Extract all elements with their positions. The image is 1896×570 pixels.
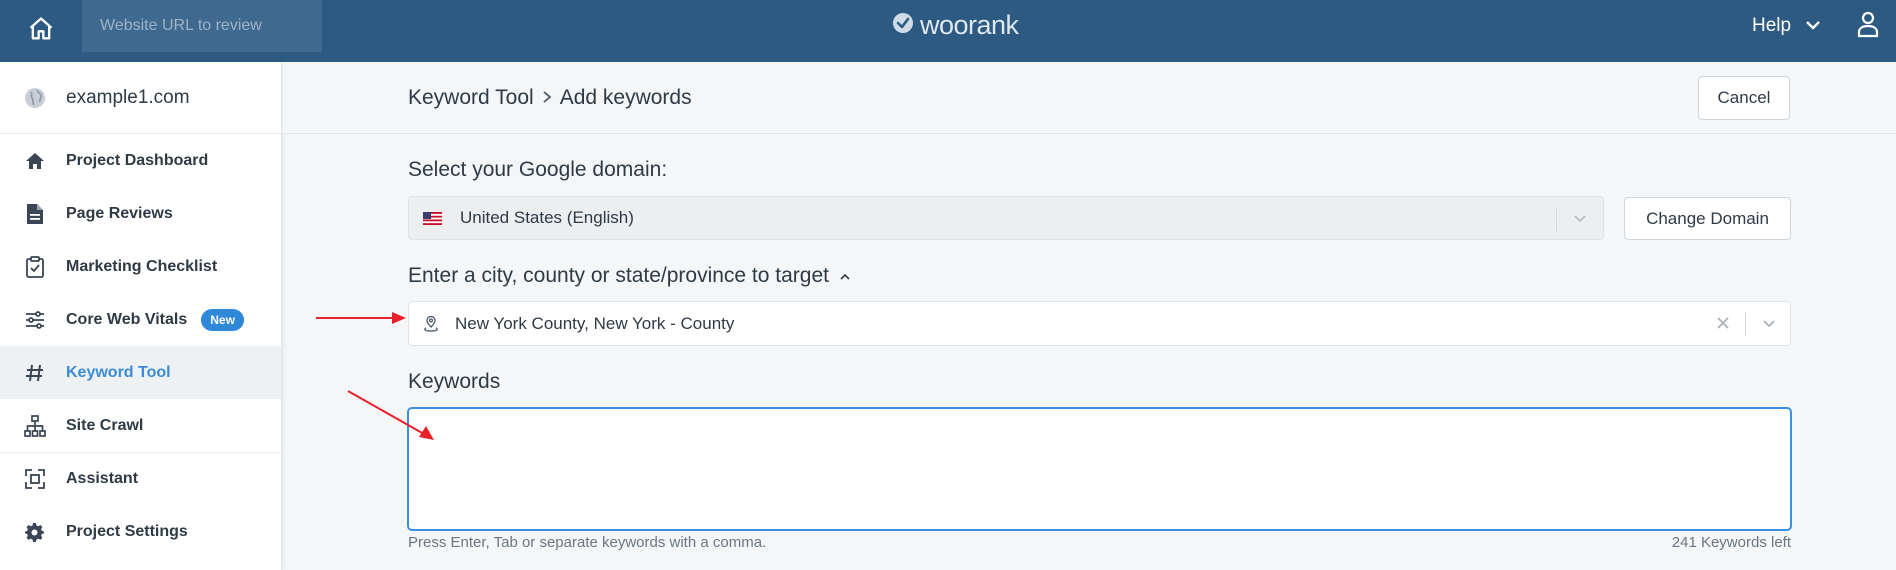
sidebar-item-site-crawl[interactable]: Site Crawl [0,399,281,452]
sidebar-item-label: Core Web Vitals [66,310,188,328]
location-target-select[interactable]: New York County, New York - County [408,301,1791,346]
us-flag-icon [423,211,442,225]
top-navigation-bar: woorank Help [0,0,1896,62]
document-icon [24,203,46,225]
sidebar-item-project-settings[interactable]: Project Settings [0,505,281,558]
chevron-down-icon[interactable] [1760,314,1778,337]
sidebar-item-label: Assistant [66,470,139,487]
sidebar-item-label: Project Settings [66,522,188,540]
location-value: New York County, New York - County [455,313,735,333]
new-badge: New [201,308,244,331]
keywords-textarea[interactable] [407,407,1792,531]
sidebar-item-core-web-vitals[interactable]: Core Web Vitals New [0,293,281,346]
google-domain-value: United States (English) [460,208,634,227]
sidebar-item-keyword-tool[interactable]: Keyword Tool [0,346,281,399]
checkmark-circle-icon [892,12,914,39]
page-header: Keyword Tool Add keywords Cancel [283,62,1896,134]
annotation-arrow-location [316,312,406,324]
location-section-title[interactable]: Enter a city, county or state/province t… [408,264,851,288]
help-menu[interactable]: Help [1752,14,1821,38]
breadcrumb-current: Add keywords [559,86,692,109]
breadcrumb-parent-link[interactable]: Keyword Tool [408,86,534,110]
home-button[interactable] [0,0,82,62]
chevron-right-icon [542,88,552,109]
website-url-input[interactable] [82,0,322,52]
sidebar-item-page-reviews[interactable]: Page Reviews [0,187,281,240]
keywords-section-title: Keywords [408,370,501,393]
home-icon [27,15,55,48]
project-selector[interactable]: example1.com [0,62,281,134]
sidebar-item-marketing-checklist[interactable]: Marketing Checklist [0,240,281,293]
sidebar-item-assistant[interactable]: Assistant [0,452,281,505]
sidebar-item-label: Project Dashboard [66,151,209,169]
keywords-left-counter: 241 Keywords left [1671,534,1791,551]
sidebar-item-label: Keyword Tool [66,363,171,381]
cancel-button[interactable]: Cancel [1698,76,1790,120]
google-domain-select[interactable]: United States (English) [408,196,1604,240]
location-title-text: Enter a city, county or state/province t… [408,264,829,287]
chevron-down-icon [1805,15,1821,37]
sitemap-icon [24,414,46,437]
sliders-icon [24,309,46,331]
home-icon [24,150,46,172]
user-menu-button[interactable] [1852,10,1884,42]
sidebar: example1.com Project Dashboard Page Revi… [0,62,282,570]
chevron-up-icon [839,264,851,288]
user-icon [1856,10,1880,43]
breadcrumb: Keyword Tool Add keywords [408,86,692,110]
clear-icon[interactable] [1714,314,1732,337]
globe-icon [24,87,46,109]
sidebar-item-label: Marketing Checklist [66,257,218,275]
hashtag-icon [24,362,46,384]
assistant-icon [24,468,46,490]
chevron-down-icon[interactable] [1571,209,1589,232]
select-divider [1745,312,1746,336]
domain-section-title: Select your Google domain: [408,158,668,181]
keywords-help-text: Press Enter, Tab or separate keywords wi… [408,534,767,551]
help-label: Help [1752,15,1792,36]
map-pin-icon [423,315,439,333]
sidebar-item-label: Page Reviews [66,204,173,222]
sidebar-item-project-dashboard[interactable]: Project Dashboard [0,134,281,187]
select-divider [1556,207,1557,231]
sidebar-item-label: Site Crawl [66,416,144,434]
change-domain-button[interactable]: Change Domain [1624,197,1791,240]
logo-text: woorank [920,9,1019,40]
gear-icon [24,521,46,543]
project-name: example1.com [66,86,190,108]
woorank-logo[interactable]: woorank [892,10,1019,40]
clipboard-check-icon [24,255,46,278]
